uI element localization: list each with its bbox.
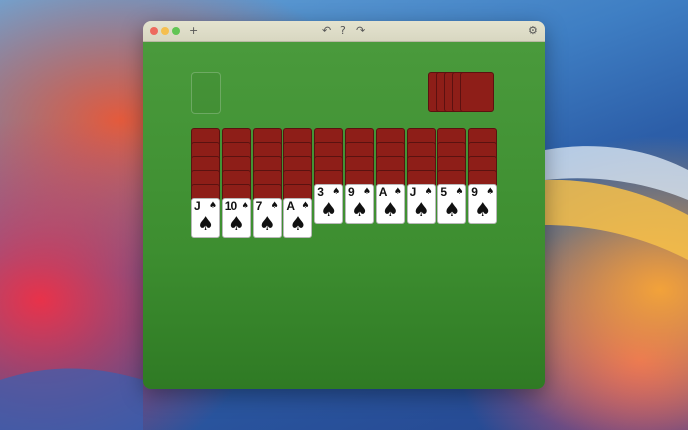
redo-icon[interactable]: ↷ xyxy=(356,23,365,39)
spade-icon: ♠ xyxy=(258,213,276,235)
card-rank: 9 xyxy=(348,185,355,199)
card-rank: 9 xyxy=(471,185,478,199)
spade-icon: ♠ xyxy=(455,187,464,197)
spade-icon: ♠ xyxy=(332,187,341,197)
foundation-slot[interactable] xyxy=(191,72,221,114)
stock-pile[interactable] xyxy=(428,72,496,114)
card-rank: 10 xyxy=(224,199,237,213)
faceup-card[interactable]: 7 ♠ ♠ xyxy=(252,198,282,238)
spade-icon: ♠ xyxy=(424,187,433,197)
gear-icon[interactable]: ⚙ xyxy=(528,23,538,39)
spade-icon: ♠ xyxy=(227,213,245,235)
spade-icon: ♠ xyxy=(241,201,249,210)
stock-card[interactable] xyxy=(460,72,494,112)
game-table: J ♠ ♠ 10 ♠ ♠ 7 ♠ ♠ A ♠ ♠ 3 ♠ ♠ 9 ♠ ♠ A ♠ ♠ J ♠ ♠ 5 ♠ ♠ 9 ♠ ♠ xyxy=(143,42,545,389)
faceup-card[interactable]: J ♠ ♠ xyxy=(406,184,436,224)
zoom-window-button[interactable] xyxy=(172,27,180,35)
undo-icon[interactable]: ↶ xyxy=(322,23,331,39)
spade-icon: ♠ xyxy=(208,201,217,211)
faceup-card[interactable]: J ♠ ♠ xyxy=(191,198,220,238)
spade-icon: ♠ xyxy=(393,187,402,197)
spade-icon: ♠ xyxy=(362,187,371,197)
faceup-card[interactable]: A ♠ ♠ xyxy=(375,184,405,224)
spade-icon: ♠ xyxy=(196,213,215,235)
card-rank: A xyxy=(378,185,388,199)
spade-icon: ♠ xyxy=(443,199,461,221)
spade-icon: ♠ xyxy=(289,213,307,235)
faceup-card[interactable]: A ♠ ♠ xyxy=(283,198,313,238)
card-rank: J xyxy=(409,185,417,199)
minimize-window-button[interactable] xyxy=(161,27,169,35)
faceup-card[interactable]: 9 ♠ ♠ xyxy=(345,184,374,224)
card-rank: 7 xyxy=(255,199,263,213)
spade-icon: ♠ xyxy=(320,199,338,221)
question-icon[interactable]: ? xyxy=(340,23,346,39)
title-bar[interactable]: + ↶ ? ↷ ⚙ xyxy=(143,21,545,42)
faceup-card[interactable]: 9 ♠ ♠ xyxy=(468,184,498,224)
plus-icon[interactable]: + xyxy=(189,23,198,39)
card-rank: A xyxy=(286,199,295,213)
spade-icon: ♠ xyxy=(270,201,279,211)
spade-icon: ♠ xyxy=(350,199,369,221)
spade-icon: ♠ xyxy=(301,201,310,211)
spade-icon: ♠ xyxy=(474,199,492,221)
card-rank: J xyxy=(194,199,201,213)
card-rank: 5 xyxy=(440,185,447,199)
faceup-card[interactable]: 5 ♠ ♠ xyxy=(437,184,467,224)
spade-icon: ♠ xyxy=(412,199,430,221)
spade-icon: ♠ xyxy=(486,187,495,197)
spade-icon: ♠ xyxy=(381,199,399,221)
faceup-card[interactable]: 10 ♠ ♠ xyxy=(221,198,251,238)
card-rank: 3 xyxy=(317,185,324,199)
solitaire-window: + ↶ ? ↷ ⚙ J ♠ ♠ 10 ♠ ♠ 7 ♠ ♠ A ♠ ♠ 3 ♠ ♠ 9 ♠ ♠ A ♠ ♠ J ♠ ♠ 5 ♠ ♠ 9 ♠… xyxy=(143,21,545,389)
faceup-card[interactable]: 3 ♠ ♠ xyxy=(314,184,344,224)
close-window-button[interactable] xyxy=(150,27,158,35)
